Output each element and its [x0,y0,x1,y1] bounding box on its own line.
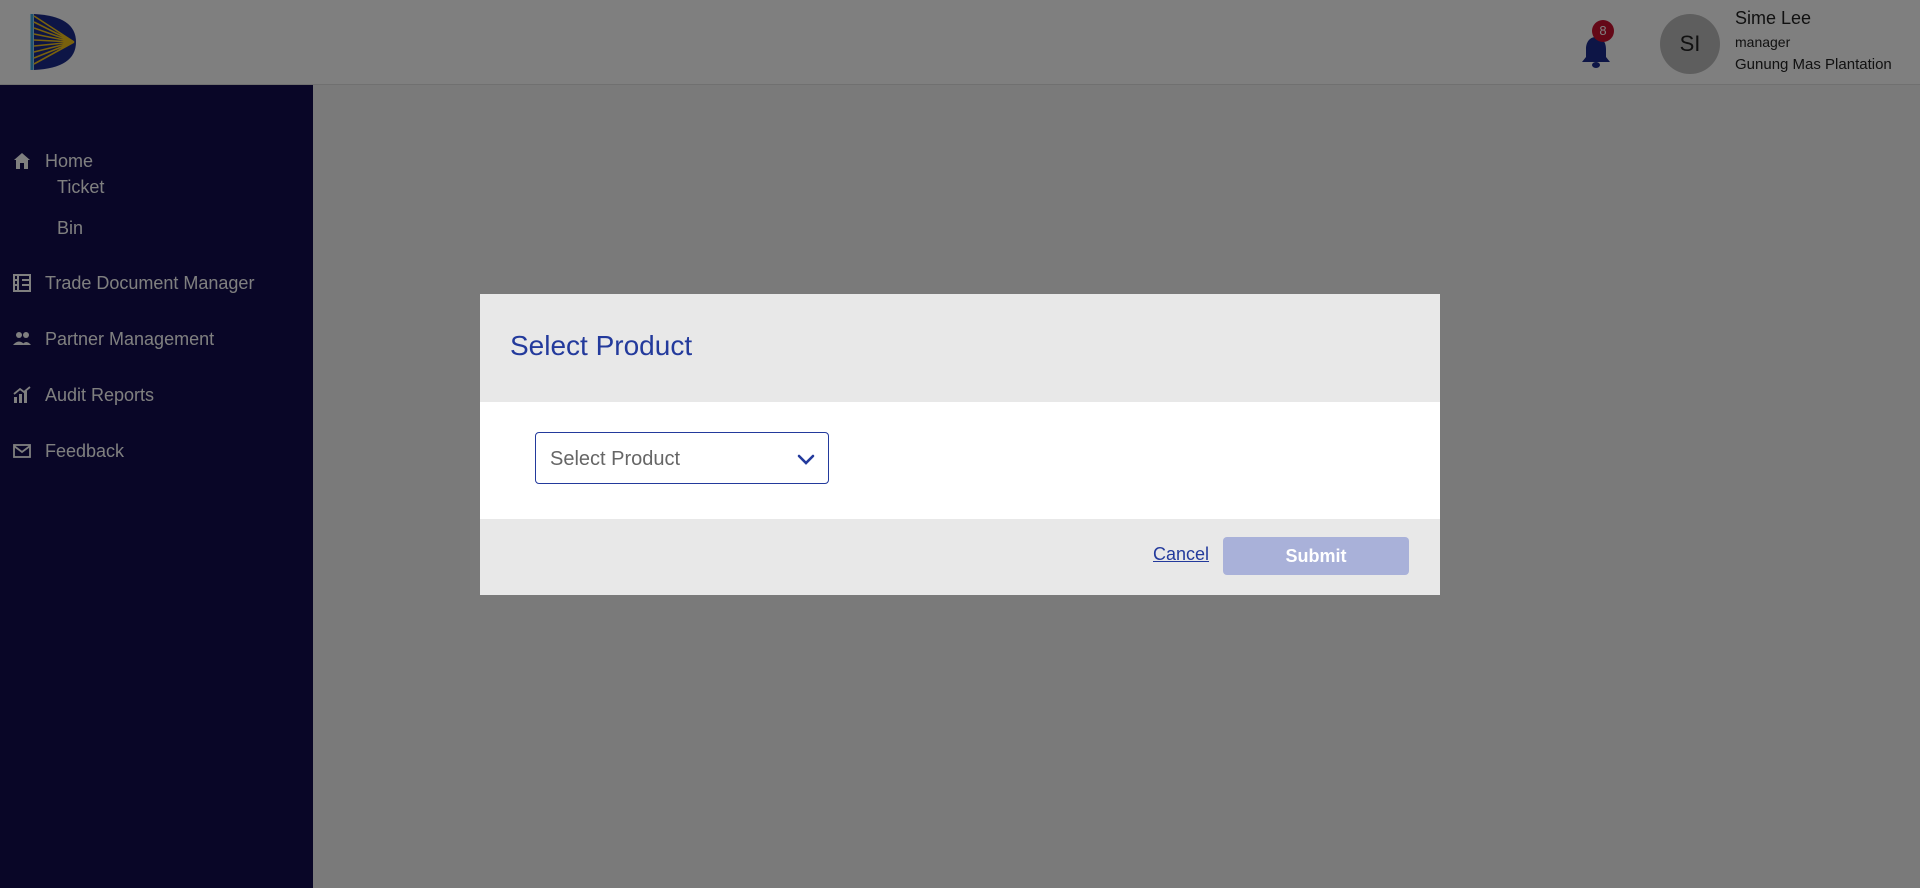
cancel-button[interactable]: Cancel [1153,544,1209,565]
chevron-down-icon [796,449,816,469]
dialog-footer: Cancel Submit [480,519,1440,595]
product-select[interactable]: Select Product [535,432,829,484]
submit-button[interactable]: Submit [1223,537,1409,575]
product-select-placeholder: Select Product [550,448,681,470]
dialog-title: Select Product [510,330,693,361]
select-product-dialog: Select Product Select Product Cancel Sub… [480,294,1440,595]
dialog-header: Select Product [480,294,1440,402]
